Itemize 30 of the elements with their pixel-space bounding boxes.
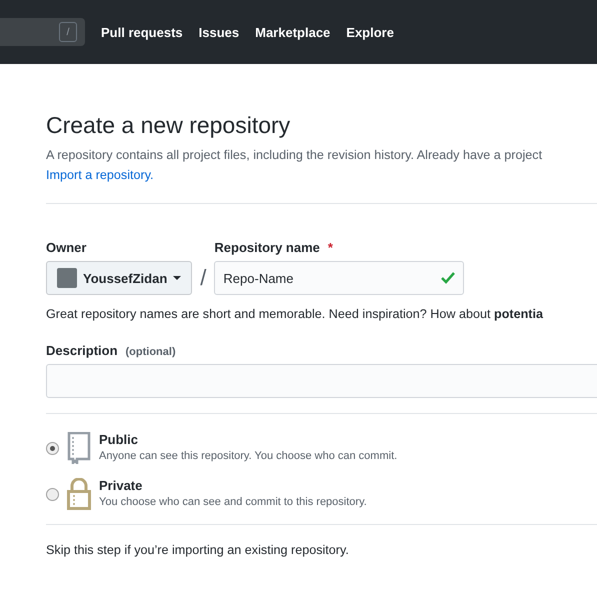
shortcut-key: / bbox=[59, 22, 77, 42]
owner-label: Owner bbox=[46, 240, 88, 255]
import-link[interactable]: Import a repository. bbox=[46, 165, 154, 185]
separator-text: / bbox=[200, 264, 206, 292]
page-title: Create a new repository bbox=[46, 112, 292, 139]
description-label: Description bbox=[46, 343, 118, 358]
required-mark: * bbox=[328, 240, 333, 255]
nav-link[interactable]: Issues bbox=[198, 24, 240, 40]
skip-note: Skip this step if you’re importing an existing repository. bbox=[46, 543, 350, 557]
avatar bbox=[57, 268, 77, 288]
description-field[interactable] bbox=[46, 364, 597, 398]
caret-icon bbox=[173, 276, 182, 280]
search-field[interactable]: / bbox=[0, 18, 85, 46]
book-icon bbox=[67, 432, 91, 464]
nav-link[interactable]: Marketplace bbox=[255, 24, 330, 40]
nav-link[interactable]: Explore bbox=[346, 24, 394, 40]
name-hint: Great repository names are short and memorable. Need inspiration? How about potentia bbox=[46, 307, 544, 321]
repo-name-label: Repository name bbox=[214, 240, 320, 255]
visibility-title: Public bbox=[99, 432, 140, 447]
intro-text: A repository contains all project files, including the revision history. Already have a project bbox=[46, 147, 544, 164]
optional-note: (optional) bbox=[126, 346, 176, 358]
radio-button[interactable] bbox=[46, 442, 59, 455]
lock-icon bbox=[67, 478, 91, 510]
visibility-hint: You choose who can see and commit to this repository. bbox=[99, 496, 367, 508]
nav-link[interactable]: Pull requests bbox=[101, 24, 183, 40]
visibility-title: Private bbox=[99, 478, 144, 493]
repo-name-field[interactable]: Repo-Name bbox=[214, 261, 464, 295]
visibility-hint: Anyone can see this repository. You choose who can commit. bbox=[99, 450, 398, 462]
radio-button[interactable] bbox=[46, 488, 59, 501]
owner-dropdown[interactable]: YoussefZidan bbox=[46, 261, 192, 295]
